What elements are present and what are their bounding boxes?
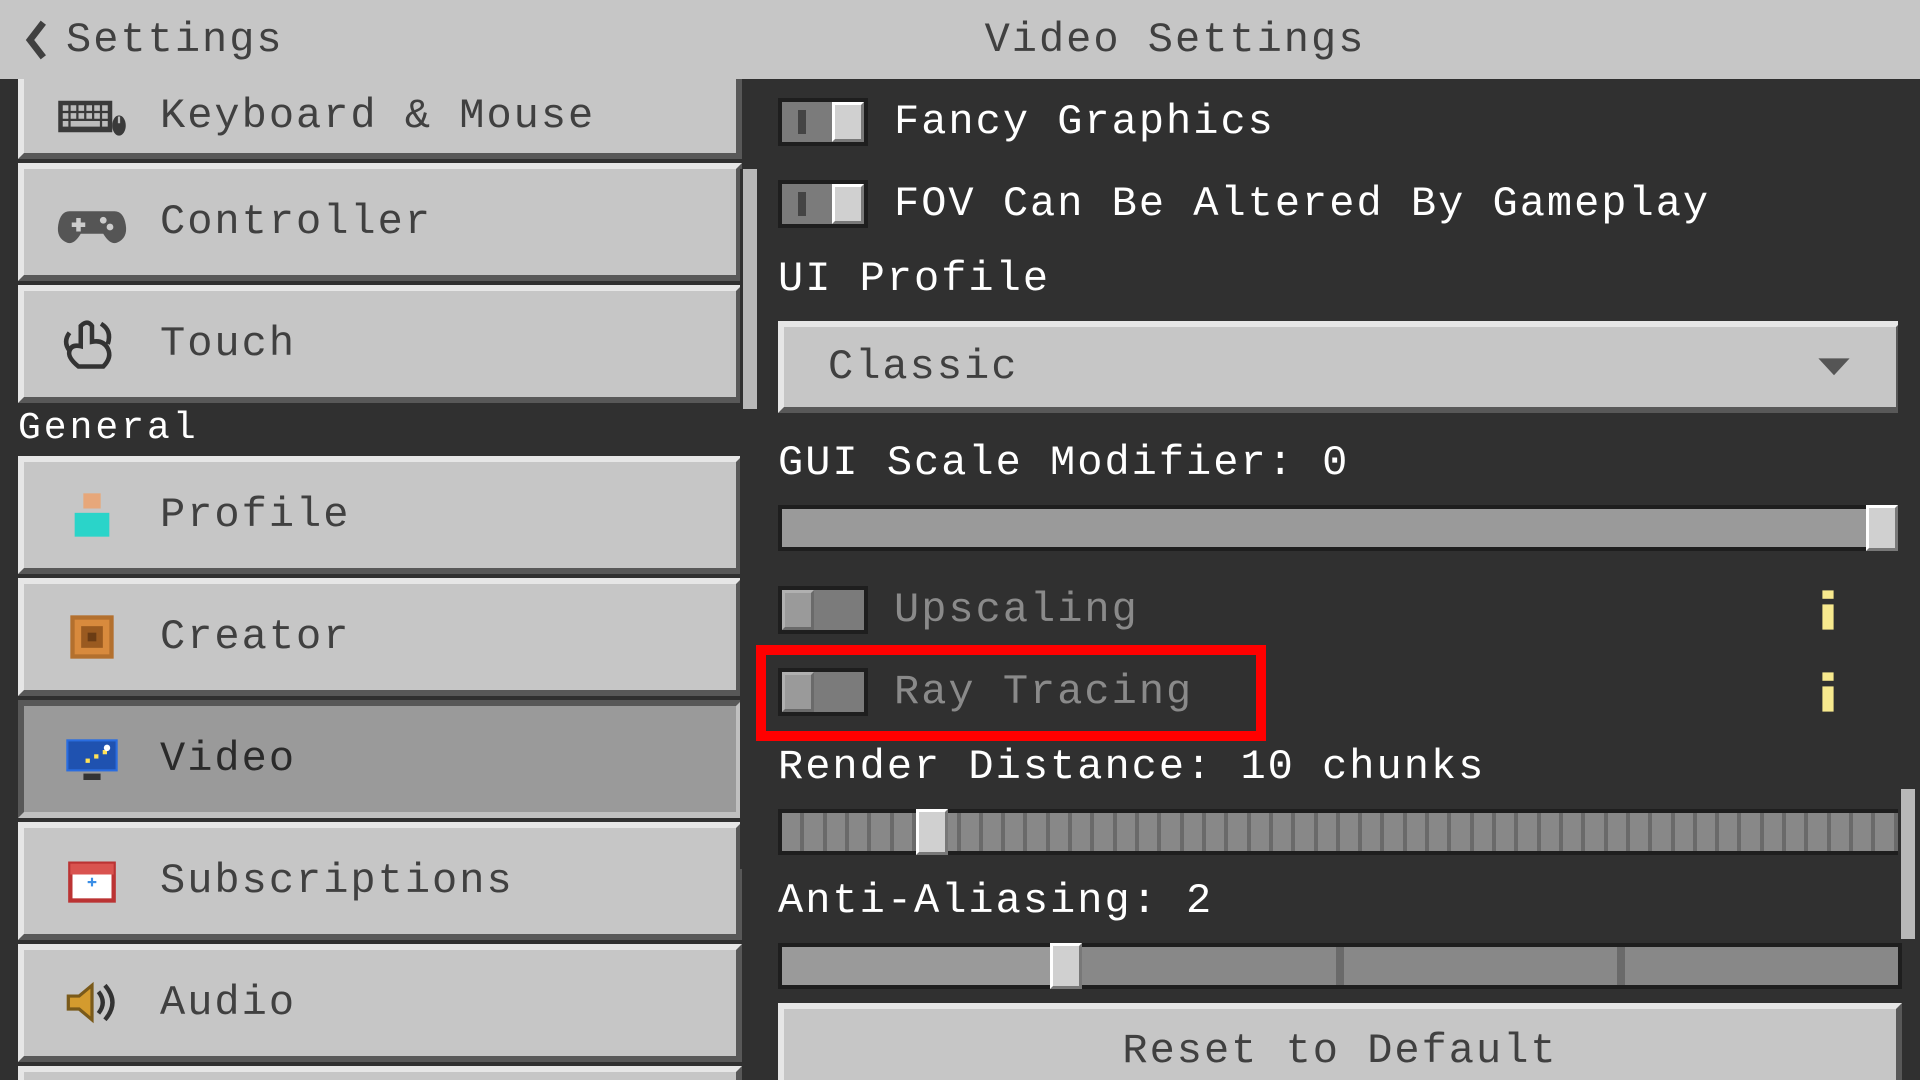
audio-icon <box>56 967 128 1039</box>
keyboard-icon <box>56 88 128 144</box>
upscaling-toggle[interactable] <box>778 586 868 634</box>
ray-tracing-toggle[interactable] <box>778 668 868 716</box>
slider-ticks <box>782 947 1898 985</box>
fov-gameplay-label: FOV Can Be Altered By Gameplay <box>894 180 1710 228</box>
header: Settings Video Settings <box>0 0 1920 79</box>
anti-aliasing-heading: Anti-Aliasing: 2 <box>778 877 1902 925</box>
reset-to-default-button[interactable]: Reset to Default <box>778 1003 1902 1080</box>
sidebar-item-label: Video <box>160 735 296 783</box>
video-icon <box>56 723 128 795</box>
back-button[interactable]: Settings <box>0 16 284 64</box>
page-title: Video Settings <box>0 0 1920 79</box>
sidebar-item-label: Controller <box>160 198 432 246</box>
sidebar-item-audio[interactable]: Audio <box>18 944 742 1062</box>
subscriptions-icon <box>56 845 128 917</box>
sidebar-item-label: Audio <box>160 979 296 1027</box>
anti-aliasing-slider[interactable] <box>778 943 1902 989</box>
sidebar-item-label: Keyboard & Mouse <box>160 92 595 140</box>
touch-icon <box>56 308 128 380</box>
sidebar-item-creator[interactable]: Creator <box>18 578 742 696</box>
sidebar-item-video[interactable]: Video <box>18 700 742 818</box>
sidebar-item-label: Subscriptions <box>160 857 514 905</box>
sidebar-item-label: Touch <box>160 320 296 368</box>
render-distance-heading: Render Distance: 10 chunks <box>778 743 1902 791</box>
fancy-graphics-toggle[interactable] <box>778 98 868 146</box>
controller-icon <box>56 186 128 258</box>
sidebar-section-general: General <box>18 407 742 450</box>
reset-label: Reset to Default <box>1122 1027 1557 1075</box>
toggle-row-ray-tracing: Ray Tracing <box>778 661 1902 723</box>
gui-scale-slider[interactable] <box>778 505 1902 551</box>
chevron-left-icon <box>24 20 52 60</box>
toggle-row-fov-gameplay: FOV Can Be Altered By Gameplay <box>778 173 1902 235</box>
slider-ticks <box>782 813 1898 851</box>
sidebar-item-controller[interactable]: Controller <box>18 163 742 281</box>
info-icon[interactable] <box>1814 590 1842 630</box>
fancy-graphics-label: Fancy Graphics <box>894 98 1275 146</box>
toggle-row-upscaling: Upscaling <box>778 579 1902 641</box>
info-icon[interactable] <box>1814 672 1842 712</box>
ui-profile-value: Classic <box>828 343 1018 391</box>
main-scrollbar[interactable] <box>1898 99 1918 939</box>
profile-icon <box>56 479 128 551</box>
chevron-down-icon <box>1816 356 1852 378</box>
toggle-row-fancy-graphics: Fancy Graphics <box>778 91 1902 153</box>
gui-scale-heading: GUI Scale Modifier: 0 <box>778 439 1902 487</box>
sidebar-item-keyboard-mouse[interactable]: Keyboard & Mouse <box>18 79 742 159</box>
ray-tracing-label: Ray Tracing <box>894 668 1193 716</box>
sidebar-item-next[interactable] <box>18 1066 742 1080</box>
sidebar-item-touch[interactable]: Touch <box>18 285 742 403</box>
sidebar: Keyboard & Mouse Controller <box>0 79 760 1080</box>
fov-gameplay-toggle[interactable] <box>778 180 868 228</box>
render-distance-slider[interactable] <box>778 809 1902 855</box>
sidebar-item-profile[interactable]: Profile <box>18 456 742 574</box>
ui-profile-heading: UI Profile <box>778 255 1902 303</box>
upscaling-label: Upscaling <box>894 586 1139 634</box>
sidebar-item-subscriptions[interactable]: Subscriptions <box>18 822 742 940</box>
sidebar-item-label: Creator <box>160 613 350 661</box>
sidebar-item-label: Profile <box>160 491 350 539</box>
back-label: Settings <box>66 16 284 64</box>
ui-profile-dropdown[interactable]: Classic <box>778 321 1902 413</box>
creator-icon <box>56 601 128 673</box>
main-panel: Fancy Graphics FOV Can Be Altered By Gam… <box>760 79 1920 1080</box>
sidebar-scrollbar[interactable] <box>740 169 760 869</box>
